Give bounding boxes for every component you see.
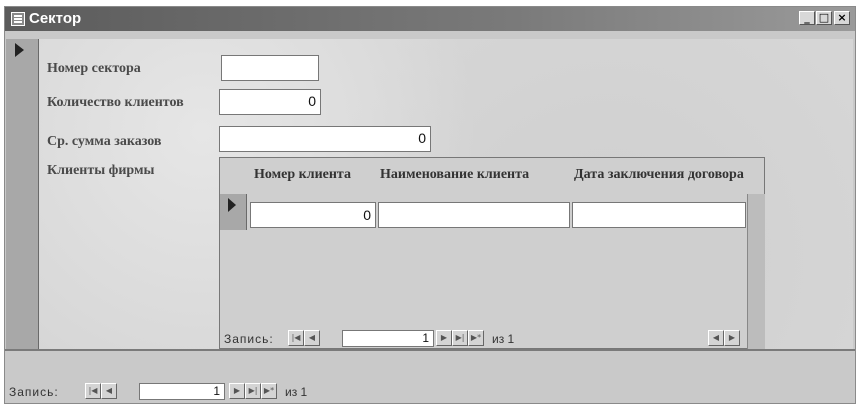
label-avg-order-sum: Ср. сумма заказов <box>47 134 162 149</box>
column-header-contract-date[interactable]: Дата заключения договора <box>574 167 746 183</box>
main-new-record-icon[interactable]: ▶* <box>261 383 277 399</box>
scroll-right-icon[interactable]: ▶ <box>724 330 740 346</box>
minimize-button[interactable]: _ <box>799 11 815 25</box>
subform-nav-label: Запись: <box>224 332 274 346</box>
client-name-cell[interactable] <box>378 202 570 228</box>
form-detail-area: Номер сектора Количество клиентов 0 Ср. … <box>39 39 853 350</box>
main-last-record-icon[interactable]: ▶| <box>245 383 261 399</box>
label-client-count: Количество клиентов <box>47 95 184 110</box>
clients-subform: Номер клиента Наименование клиента Дата … <box>219 157 765 350</box>
main-next-record-icon[interactable]: ▶ <box>229 383 245 399</box>
current-record-icon <box>15 43 24 57</box>
sector-number-field[interactable] <box>221 55 319 81</box>
avg-order-sum-field[interactable]: 0 <box>219 126 431 152</box>
close-button[interactable]: × <box>834 11 850 25</box>
subform-vertical-scrollbar[interactable] <box>747 194 765 350</box>
subform-record-selector[interactable] <box>220 194 247 230</box>
last-record-icon[interactable]: ▶| <box>452 330 468 346</box>
main-record-number-input[interactable]: 1 <box>139 383 225 400</box>
label-sector-number: Номер сектора <box>47 61 141 76</box>
window-title: Сектор <box>29 10 82 27</box>
title-bar[interactable]: Сектор _ □ × <box>5 7 855 31</box>
subform-header: Номер клиента Наименование клиента Дата … <box>220 158 760 194</box>
subform-record-number-input[interactable]: 1 <box>342 330 434 347</box>
subform-record-navigator: Запись: |◀ ◀ 1 ▶ ▶| ▶* из 1 ◀ ▶ <box>224 330 744 348</box>
main-record-count: из 1 <box>285 385 308 399</box>
column-header-client-name[interactable]: Наименование клиента <box>380 167 570 183</box>
form-icon <box>11 12 25 26</box>
main-first-record-icon[interactable]: |◀ <box>85 383 101 399</box>
form-footer-separator <box>5 349 855 351</box>
record-selector[interactable] <box>6 39 39 349</box>
client-count-field[interactable]: 0 <box>219 89 321 115</box>
subform-record-count: из 1 <box>492 332 515 346</box>
main-nav-label: Запись: <box>9 385 59 399</box>
form-window: Сектор _ □ × Номер сектора Количество кл… <box>4 6 856 404</box>
main-previous-record-icon[interactable]: ◀ <box>101 383 117 399</box>
contract-date-cell[interactable] <box>572 202 746 228</box>
scroll-left-icon[interactable]: ◀ <box>708 330 724 346</box>
new-record-icon[interactable]: ▶* <box>468 330 484 346</box>
subform-current-record-icon <box>228 198 236 212</box>
label-firm-clients: Клиенты фирмы <box>47 163 155 178</box>
main-record-navigator: Запись: |◀ ◀ 1 ▶ ▶| ▶* из 1 <box>9 383 409 401</box>
maximize-button[interactable]: □ <box>816 11 832 25</box>
client-number-cell[interactable]: 0 <box>250 202 376 228</box>
first-record-icon[interactable]: |◀ <box>288 330 304 346</box>
previous-record-icon[interactable]: ◀ <box>304 330 320 346</box>
next-record-icon[interactable]: ▶ <box>436 330 452 346</box>
column-header-client-number[interactable]: Номер клиента <box>254 167 378 183</box>
